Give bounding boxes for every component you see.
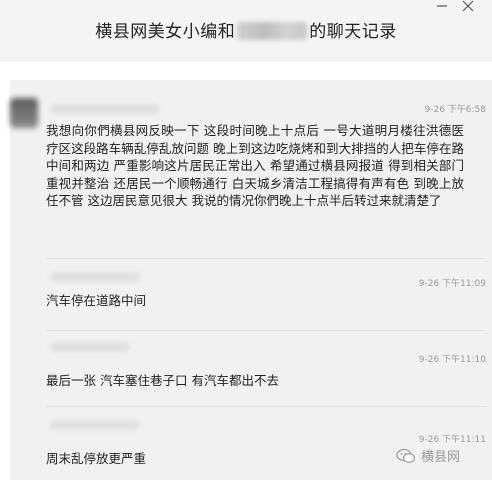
sender-name-redacted xyxy=(50,342,130,352)
redacted-name xyxy=(237,22,308,40)
wechat-icon xyxy=(396,448,416,464)
avatar xyxy=(10,98,38,128)
sender-name-redacted xyxy=(50,272,140,282)
sender-name-redacted xyxy=(50,420,140,430)
title-suffix: 的聊天记录 xyxy=(309,22,397,42)
title-bar: 横县网美女小编和 的聊天记录 xyxy=(0,0,492,62)
watermark: 横县网 xyxy=(396,446,460,465)
divider xyxy=(46,406,486,407)
message-text: 汽车停在道路中间 xyxy=(46,293,147,308)
close-icon[interactable] xyxy=(462,0,474,16)
title-prefix: 横县网美女小编和 xyxy=(95,22,236,42)
sender-name-redacted xyxy=(50,104,160,114)
watermark-text: 横县网 xyxy=(421,450,461,465)
divider xyxy=(46,258,486,259)
message-text: 我想向你們横县网反映一下 这段时间晚上十点后 一号大道明月楼往洪德医疗区这段路车… xyxy=(46,123,464,208)
message-time: 9-26 下午6:58 xyxy=(424,105,487,115)
message-text: 最后一张 汽车塞住巷子口 有汽车都出不去 xyxy=(46,373,279,388)
divider xyxy=(46,330,486,331)
message-time: 9-26 下午11:11 xyxy=(418,435,486,445)
window-title: 横县网美女小编和 的聊天记录 xyxy=(0,17,492,42)
minimize-icon[interactable] xyxy=(436,0,448,16)
chat-history-panel[interactable]: 9-26 下午6:58 我想向你們横县网反映一下 这段时间晚上十点后 一号大道明… xyxy=(10,80,492,480)
message-time: 9-26 下午11:10 xyxy=(418,355,486,365)
message-time: 9-26 下午11:09 xyxy=(418,279,486,289)
